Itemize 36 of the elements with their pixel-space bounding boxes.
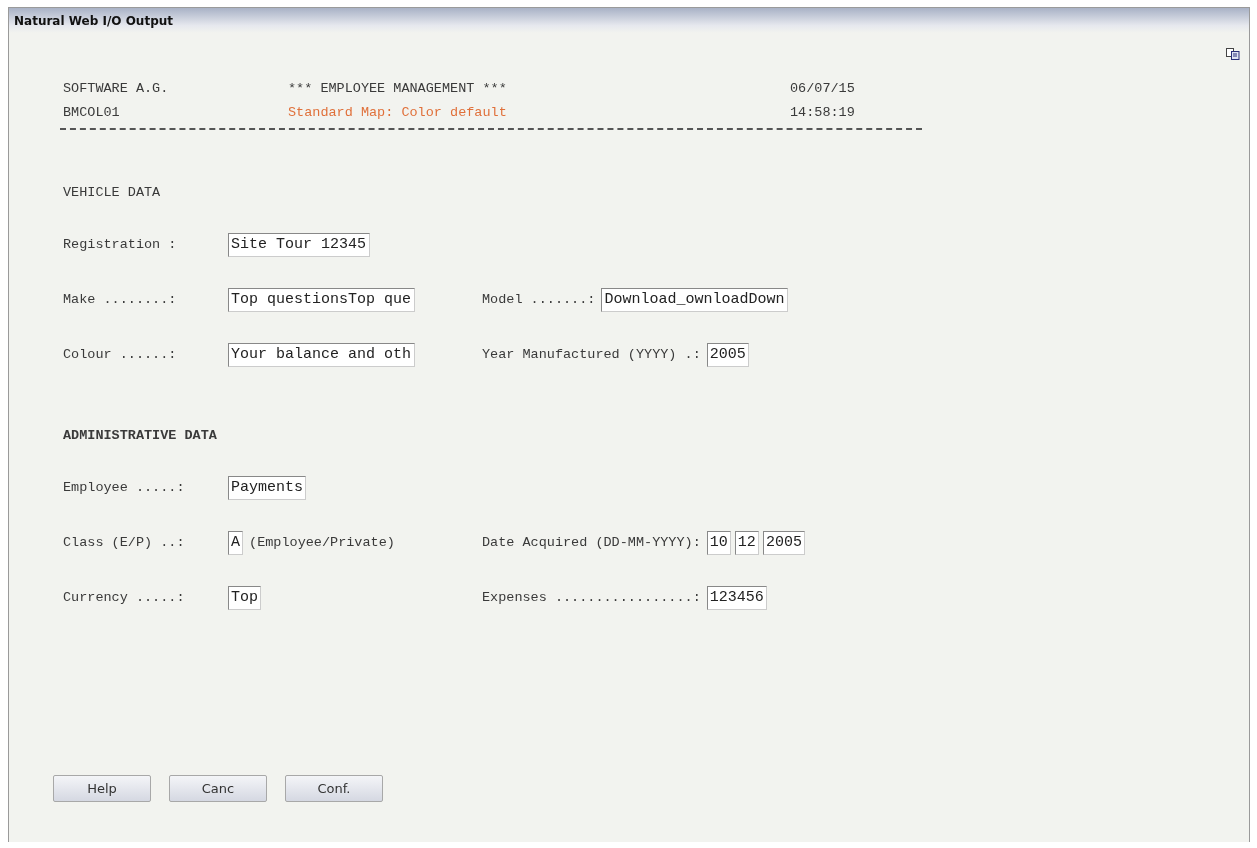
field-label: Date Acquired (DD-MM-YYYY): [482,535,701,550]
pf-key-button[interactable]: Canc [169,775,267,802]
input-field[interactable]: Top questionsTop que [228,287,415,312]
input-field[interactable]: Top [228,585,262,610]
pf-key-button[interactable]: Help [53,775,151,802]
input-field[interactable]: 2005 [706,342,749,367]
field-label: Employee .....: [63,480,186,495]
header-title: Standard Map: Color default [288,104,508,120]
input-field[interactable]: Download_ownloadDown [601,287,789,312]
input-field[interactable]: Your balance and oth [228,342,415,367]
input-field[interactable]: Payments [228,475,307,500]
field-label: Class (E/P) ..: [63,535,186,550]
copy-icon[interactable] [1226,48,1240,60]
pf-key-button[interactable]: Conf. [285,775,383,802]
section-heading: ADMINISTRATIVE DATA [63,427,217,443]
header-title: *** EMPLOYEE MANAGEMENT *** [288,80,508,96]
input-field[interactable]: 2005 [762,530,806,555]
header-text: 14:58:19 [790,104,856,120]
input-field[interactable]: 10 [706,530,731,555]
section-heading: VEHICLE DATA [63,184,161,200]
field-label: Model .......: [482,292,596,307]
header-text: BMCOL01 [63,104,121,120]
window-title: Natural Web I/O Output [9,8,1249,33]
input-field[interactable]: A [228,530,244,555]
hint-text: (Employee/Private) [249,535,395,550]
input-field[interactable]: 12 [734,530,759,555]
header-text: SOFTWARE A.G. [63,80,170,96]
field-label: Currency .....: [63,590,186,605]
field-label: Expenses .................: [482,590,701,605]
field-label: Year Manufactured (YYYY) .: [482,347,701,362]
input-field[interactable]: 123456 [706,585,768,610]
field-label: Colour ......: [63,347,178,362]
field-label: Registration : [63,237,178,252]
input-field[interactable]: Site Tour 12345 [228,232,370,257]
field-label: Make ........: [63,292,178,307]
header-text: 06/07/15 [790,80,856,96]
